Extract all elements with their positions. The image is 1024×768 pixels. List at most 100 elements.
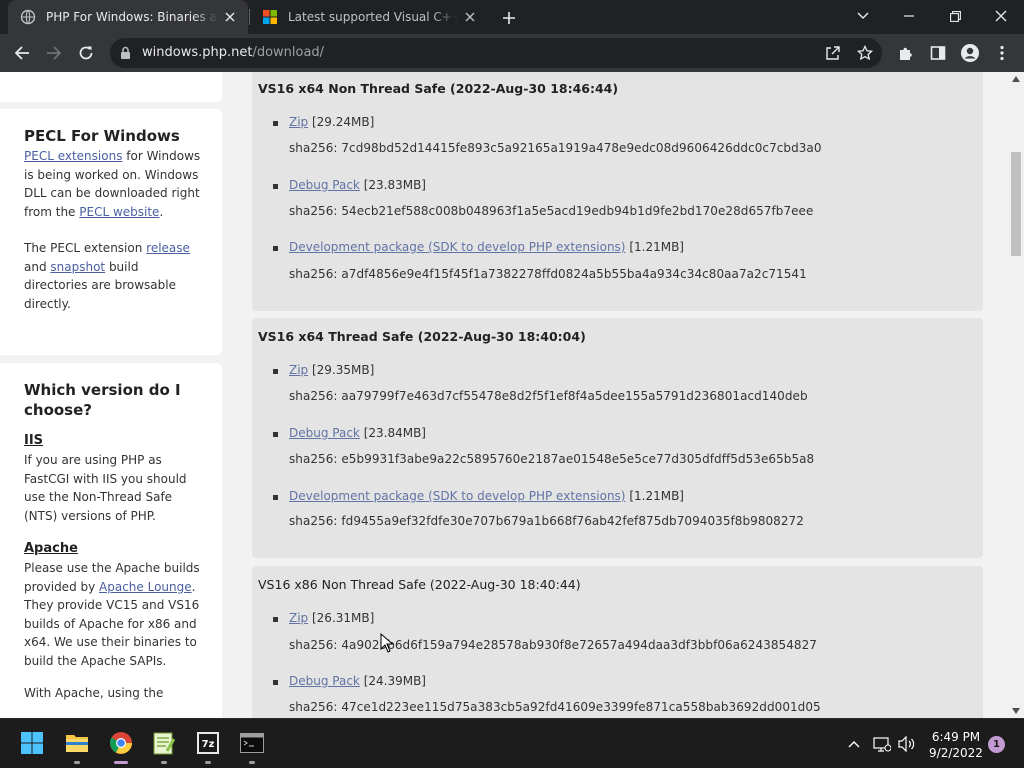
zip-link[interactable]: Zip <box>289 115 308 129</box>
tab-title: Latest supported Visual C++ Redistributa… <box>288 10 458 24</box>
release-link[interactable]: release <box>146 241 190 255</box>
microsoft-logo-icon <box>263 10 277 24</box>
scroll-up-arrow-icon[interactable] <box>1012 76 1020 82</box>
sha256-hash: sha256: 54ecb21ef588c008b048963f1a5e5acd… <box>289 204 814 218</box>
bullet <box>273 617 278 622</box>
bookmark-star-icon[interactable] <box>856 44 874 62</box>
restore-button[interactable] <box>932 0 978 32</box>
side-panel-icon[interactable] <box>924 39 952 67</box>
url-host: windows.php.net <box>142 45 253 60</box>
bullet <box>273 121 278 126</box>
release-block: VS16 x64 Non Thread Safe (2022-Aug-30 18… <box>252 72 983 311</box>
7zip-icon[interactable]: 7z <box>196 731 220 755</box>
running-indicator <box>161 761 167 764</box>
network-icon[interactable] <box>873 735 891 753</box>
lock-icon[interactable] <box>120 46 131 60</box>
sha256-hash: sha256: 7cd98bd52d14415fe893c5a92165a191… <box>289 141 822 155</box>
apache-text-2: With Apache, using the <box>24 686 164 700</box>
page-viewport: PECL For Windows PECL extensions for Win… <box>0 72 1008 718</box>
terminal-icon[interactable] <box>240 731 264 755</box>
volume-icon[interactable] <box>898 735 916 753</box>
dev-package-link[interactable]: Development package (SDK to develop PHP … <box>289 489 626 503</box>
clock-date: 9/2/2022 <box>929 746 983 760</box>
url-text[interactable]: windows.php.net/download/ <box>142 45 324 60</box>
which-version-heading: Which version do I choose? <box>24 381 181 419</box>
active-indicator <box>114 761 128 764</box>
tab-title: PHP For Windows: Binaries and sources Re… <box>46 10 218 24</box>
apache-heading: Apache <box>24 541 78 556</box>
release-title: VS16 x86 Non Thread Safe (2022-Aug-30 18… <box>258 577 581 592</box>
new-tab-button[interactable] <box>498 7 520 29</box>
chrome-icon[interactable] <box>109 731 133 755</box>
bullet <box>273 432 278 437</box>
zip-link[interactable]: Zip <box>289 611 308 625</box>
which-version-card: Which version do I choose? IIS If you ar… <box>0 363 222 718</box>
tab-search-icon[interactable] <box>840 0 886 32</box>
clock-time: 6:49 PM <box>931 730 981 744</box>
sha256-hash: sha256: 4a9029b6d6f159a794e28578ab930f8e… <box>289 638 817 652</box>
running-indicator <box>74 761 80 764</box>
browser-menu-icon[interactable] <box>988 39 1016 67</box>
debug-pack-link[interactable]: Debug Pack <box>289 178 360 192</box>
download-item: Development package (SDK to develop PHP … <box>273 489 684 503</box>
release-title: VS16 x64 Thread Safe (2022-Aug-30 18:40:… <box>258 329 586 344</box>
debug-pack-link[interactable]: Debug Pack <box>289 674 360 688</box>
scrollbar-thumb[interactable] <box>1011 152 1021 256</box>
scroll-down-arrow-icon[interactable] <box>1012 708 1020 714</box>
tab-strip: PHP For Windows: Binaries and sources Re… <box>0 0 1024 34</box>
page-scrollbar[interactable] <box>1008 72 1024 718</box>
globe-icon <box>20 9 36 25</box>
debug-pack-link[interactable]: Debug Pack <box>289 426 360 440</box>
close-window-button[interactable] <box>978 0 1024 32</box>
download-item: Debug Pack [23.83MB] <box>273 178 426 192</box>
minimize-button[interactable] <box>886 0 932 32</box>
pecl-extensions-link[interactable]: PECL extensions <box>24 149 122 163</box>
windows-start-icon[interactable] <box>20 731 44 755</box>
profile-avatar-icon[interactable] <box>956 39 984 67</box>
running-indicator <box>249 761 255 764</box>
back-button[interactable] <box>8 39 36 67</box>
zip-link[interactable]: Zip <box>289 363 308 377</box>
sha256-hash: sha256: fd9455a9ef32fdfe30e707b679a1b668… <box>289 514 804 528</box>
download-item: Debug Pack [23.84MB] <box>273 426 426 440</box>
pecl-heading: PECL For Windows <box>24 127 180 145</box>
download-item: Debug Pack [24.39MB] <box>273 674 426 688</box>
reload-button[interactable] <box>72 39 100 67</box>
chevron-up-icon[interactable] <box>845 735 863 753</box>
sha256-hash: sha256: a7df4856e9e4f15f45f1a7382278ffd0… <box>289 267 807 281</box>
iis-text: If you are using PHP as FastCGI with IIS… <box>24 453 187 523</box>
download-item: Development package (SDK to develop PHP … <box>273 240 684 254</box>
forward-button[interactable] <box>40 39 68 67</box>
apache-lounge-link[interactable]: Apache Lounge <box>99 580 192 594</box>
svg-text:7z: 7z <box>202 739 215 750</box>
pecl-website-link[interactable]: PECL website <box>79 205 159 219</box>
bullet <box>273 184 278 189</box>
pecl-card: PECL For Windows PECL extensions for Win… <box>0 109 222 355</box>
snapshot-link[interactable]: snapshot <box>50 260 105 274</box>
system-clock[interactable]: 6:49 PM 9/2/2022 <box>924 729 988 761</box>
file-explorer-icon[interactable] <box>65 731 89 755</box>
running-indicator <box>205 761 211 764</box>
download-item: Zip [29.35MB] <box>273 363 374 377</box>
close-tab-icon[interactable] <box>222 9 238 25</box>
bullet <box>273 246 278 251</box>
share-icon[interactable] <box>824 44 842 62</box>
browser-toolbar: windows.php.net/download/ <box>0 34 1024 72</box>
release-title: VS16 x64 Non Thread Safe (2022-Aug-30 18… <box>258 81 619 96</box>
download-item: Zip [29.24MB] <box>273 115 374 129</box>
mouse-cursor-icon <box>380 633 394 653</box>
notepad-plus-plus-icon[interactable] <box>152 731 176 755</box>
extensions-puzzle-icon[interactable] <box>892 39 920 67</box>
dev-package-link[interactable]: Development package (SDK to develop PHP … <box>289 240 626 254</box>
sha256-hash: sha256: e5b9931f3abe9a22c5895760e2187ae0… <box>289 452 815 466</box>
windows-taskbar: 7z 6:49 PM 9/2/2022 1 <box>0 718 1024 768</box>
tab-php-windows[interactable]: PHP For Windows: Binaries and sources Re… <box>8 0 248 34</box>
bullet <box>273 680 278 685</box>
bullet <box>273 495 278 500</box>
notification-badge[interactable]: 1 <box>988 736 1005 753</box>
pecl-paragraph: PECL extensions for Windows is being wor… <box>24 149 201 219</box>
tab-visual-cpp[interactable]: Latest supported Visual C++ Redistributa… <box>250 0 488 34</box>
release-block: VS16 x64 Thread Safe (2022-Aug-30 18:40:… <box>252 318 983 558</box>
close-tab-icon[interactable] <box>462 9 478 25</box>
address-bar[interactable]: windows.php.net/download/ <box>110 38 882 68</box>
